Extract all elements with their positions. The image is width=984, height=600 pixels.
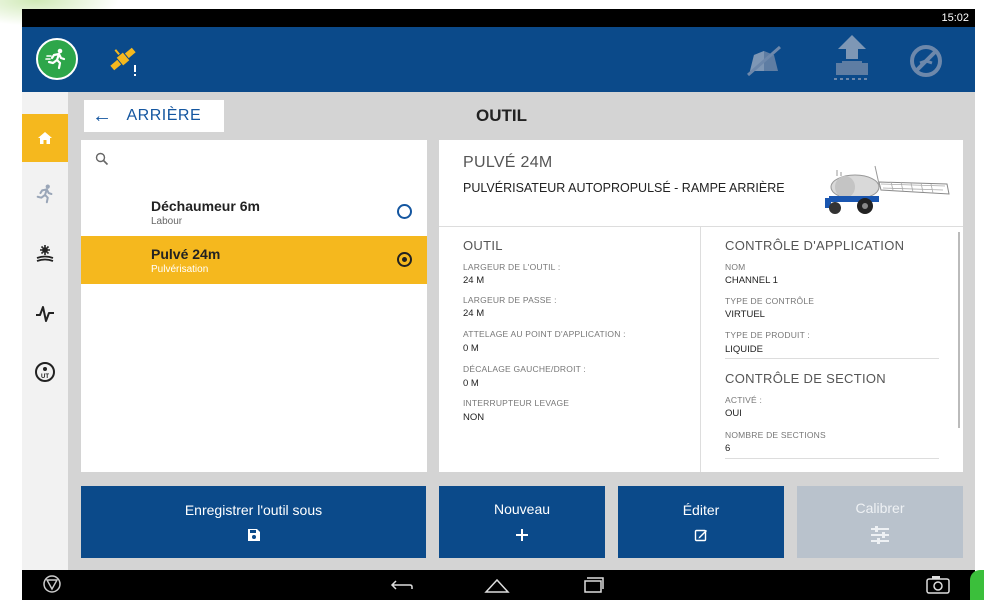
corner-decoration [970, 570, 984, 600]
sidebar-item-ut[interactable]: UT [22, 348, 68, 396]
calibrate-button[interactable]: Calibrer [797, 486, 963, 558]
status-bar: 15:02 [22, 9, 975, 27]
arrow-left-icon: ← [92, 104, 113, 127]
field-value: VIRTUEL [725, 309, 765, 320]
field-label: LARGEUR DE PASSE : [463, 295, 557, 305]
divider [439, 226, 963, 227]
field-label: DÉCALAGE GAUCHE/DROIT : [463, 364, 586, 374]
calibrate-label: Calibrer [855, 500, 905, 516]
radio-button[interactable] [397, 204, 412, 219]
field-value: 24 M [463, 275, 485, 286]
tool-name: PULVÉ 24M [463, 154, 553, 171]
floppy-disk-icon [247, 529, 260, 541]
main-content: ← ARRIÈRE OUTIL Déchaumeur 6m Labour Pul… [68, 92, 975, 570]
field-icon [36, 245, 54, 262]
edit-icon [694, 529, 707, 542]
section-heading-application: CONTRÔLE D'APPLICATION [725, 238, 905, 253]
divider [725, 458, 939, 459]
field-label: LARGEUR DE L'OUTIL : [463, 262, 561, 272]
section-heading-tool: OUTIL [463, 238, 503, 253]
sidebar-item-home[interactable] [22, 114, 68, 162]
scrollbar[interactable] [958, 232, 960, 428]
field-value: LIQUIDE [725, 344, 764, 355]
home-icon [38, 132, 52, 144]
boundary-icon[interactable] [744, 41, 784, 81]
item-name: Pulvé 24m [151, 246, 221, 262]
item-category: Pulvérisation [151, 264, 209, 275]
field-value: OUI [725, 408, 742, 419]
sidebar-item-field[interactable] [22, 230, 68, 278]
screenshot-camera-icon[interactable] [925, 575, 951, 595]
system-nav-bar [22, 570, 975, 600]
nav-recents-icon[interactable] [582, 576, 604, 594]
field-label: TYPE DE PRODUIT : [725, 330, 810, 340]
nav-home-icon[interactable] [484, 576, 510, 594]
activity-icon [36, 306, 54, 322]
plus-icon [516, 529, 528, 541]
tool-list: Déchaumeur 6m Labour Pulvé 24m Pulvérisa… [81, 140, 427, 472]
sidebar-item-activity[interactable] [22, 290, 68, 338]
new-tool-label: Nouveau [493, 501, 551, 517]
save-tool-as-button[interactable]: Enregistrer l'outil sous [81, 486, 426, 558]
sprayer-image [825, 165, 950, 214]
field-label: NOM [725, 262, 746, 272]
clock: 15:02 [941, 12, 969, 24]
field-label: NOMBRE DE SECTIONS [725, 430, 826, 440]
list-item[interactable]: Pulvé 24m Pulvérisation [81, 236, 427, 284]
field-label: ACTIVÉ : [725, 395, 763, 405]
field-label: TYPE DE CONTRÔLE [725, 296, 815, 306]
field-value: 0 M [463, 378, 479, 389]
section-heading-section-control: CONTRÔLE DE SECTION [725, 371, 886, 386]
top-bar [22, 27, 975, 92]
item-name: Déchaumeur 6m [151, 198, 260, 214]
field-value: 6 [725, 443, 731, 454]
field-value: 0 M [463, 343, 479, 354]
sidebar-item-run[interactable] [22, 170, 68, 218]
search-icon[interactable] [95, 152, 109, 166]
page-title: OUTIL [476, 106, 527, 125]
field-label: INTERRUPTEUR LEVAGE [463, 398, 570, 408]
guidance-icon[interactable] [830, 33, 874, 81]
back-button[interactable]: ← ARRIÈRE [84, 100, 224, 132]
run-status-button[interactable] [36, 38, 78, 80]
sliders-icon [871, 526, 889, 544]
field-value: 24 M [463, 308, 485, 319]
run-icon [45, 48, 66, 70]
radio-button[interactable] [397, 252, 412, 267]
screen: { "status_bar": { "time": "15:02" }, "to… [0, 0, 984, 600]
field-value: CHANNEL 1 [725, 275, 778, 286]
svg-text:UT: UT [41, 374, 49, 380]
run-icon [36, 184, 53, 204]
nav-back-icon[interactable] [390, 577, 414, 593]
list-item[interactable]: Déchaumeur 6m Labour [81, 188, 427, 236]
edit-tool-button[interactable]: Éditer [618, 486, 784, 558]
field-value: NON [463, 412, 485, 423]
tool-detail: PULVÉ 24M PULVÉRISATEUR AUTOPROPULSÉ - R… [439, 140, 963, 472]
sidebar: UT [22, 92, 68, 570]
tool-type: PULVÉRISATEUR AUTOPROPULSÉ - RAMPE ARRIÈ… [463, 181, 785, 195]
ut-icon: UT [35, 362, 55, 382]
steering-off-icon[interactable] [906, 41, 946, 81]
brand-logo-icon[interactable] [42, 574, 62, 594]
new-tool-button[interactable]: Nouveau [439, 486, 605, 558]
item-category: Labour [151, 216, 183, 227]
field-label: ATTELAGE AU POINT D'APPLICATION : [463, 329, 626, 339]
edit-tool-label: Éditer [682, 502, 720, 518]
gps-warning-icon[interactable] [107, 43, 143, 79]
divider [725, 358, 939, 359]
column-divider [700, 227, 701, 472]
save-tool-as-label: Enregistrer l'outil sous [184, 502, 323, 518]
back-label: ARRIÈRE [126, 107, 202, 124]
